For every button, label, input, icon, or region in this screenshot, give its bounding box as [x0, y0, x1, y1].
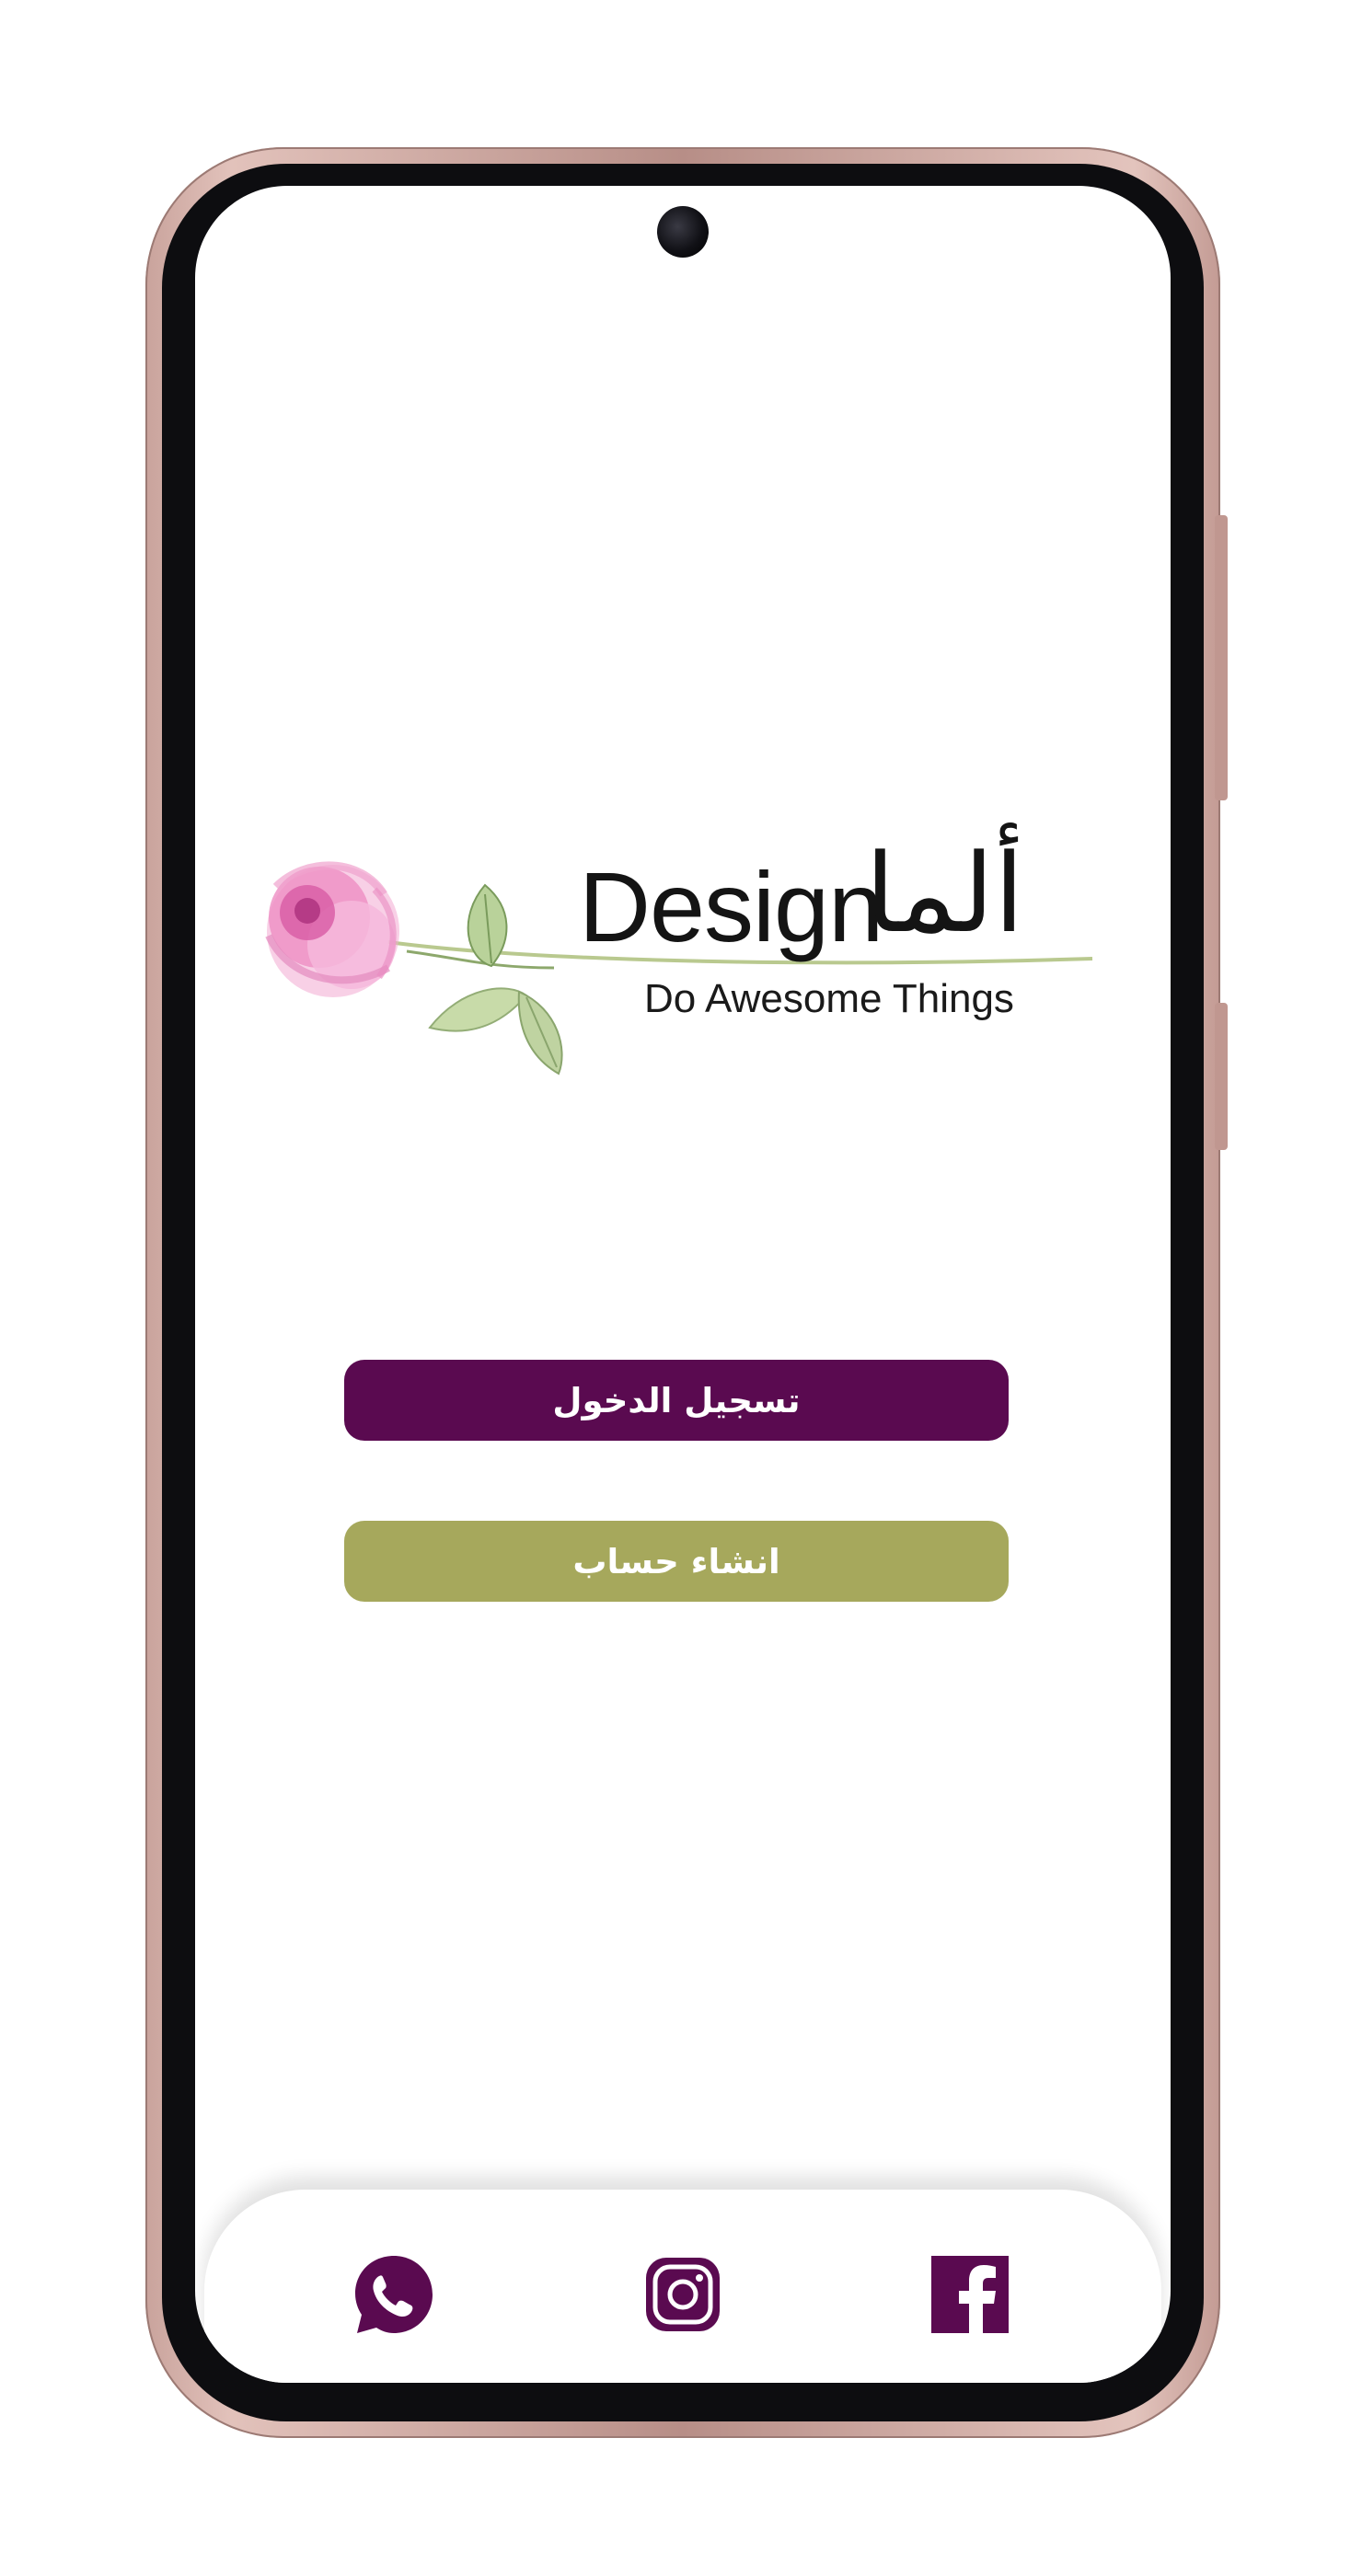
- logo-tagline: Do Awesome Things: [644, 976, 1014, 1021]
- logo-arabic-mark: ألما: [865, 830, 1024, 957]
- device-mockup: Design ألما Do Awesome Things تسجيل الدخ…: [0, 0, 1362, 2576]
- create-account-button-label: انشاء حساب: [572, 1541, 780, 1581]
- front-camera: [657, 206, 709, 258]
- whatsapp-icon[interactable]: [352, 2252, 436, 2337]
- volume-button: [1215, 515, 1228, 800]
- instagram-icon[interactable]: [641, 2252, 725, 2337]
- login-button-label: تسجيل الدخول: [552, 1380, 801, 1420]
- logo-wordmark: Design: [579, 851, 883, 962]
- app-screen: Design ألما Do Awesome Things تسجيل الدخ…: [195, 186, 1171, 2383]
- brand-logo: Design ألما Do Awesome Things: [250, 830, 1115, 1124]
- power-button: [1215, 1003, 1228, 1150]
- login-button[interactable]: تسجيل الدخول: [344, 1360, 1009, 1441]
- create-account-button[interactable]: انشاء حساب: [344, 1521, 1009, 1602]
- facebook-icon[interactable]: [928, 2252, 1012, 2337]
